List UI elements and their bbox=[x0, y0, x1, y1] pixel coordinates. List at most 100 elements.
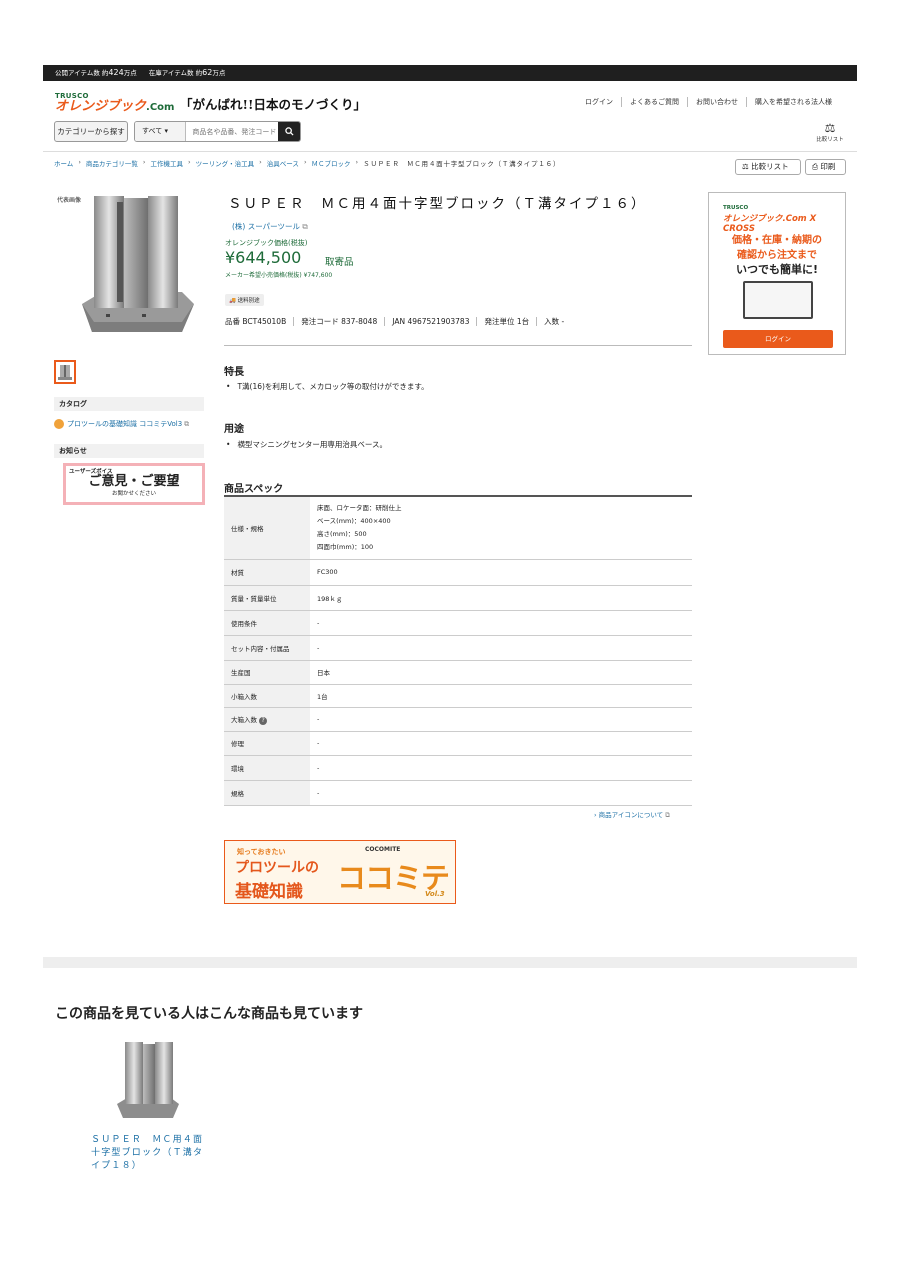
table-row: 生産国 日本 bbox=[224, 660, 692, 685]
spec-key: 質量・質量単位 bbox=[224, 585, 310, 611]
order-unit: 発注単位 1台 bbox=[476, 317, 536, 326]
spec-value: 日本 bbox=[310, 660, 692, 685]
spec-key: 小箱入数 bbox=[224, 684, 310, 708]
breadcrumb-machine-tools[interactable]: 工作機工具 bbox=[151, 158, 184, 168]
compare-icon: ⚖ bbox=[742, 162, 752, 171]
nav-faq[interactable]: よくあるご質問 bbox=[621, 97, 687, 107]
ad-login-button[interactable]: ログイン bbox=[723, 330, 833, 348]
breadcrumb-current: ＳＵＰＥＲ ＭＣ用４面十字型ブロック（Ｔ溝タイプ１６） bbox=[363, 160, 561, 168]
recommend-item-name[interactable]: ＳＵＰＥＲ ＭＣ用４面十字型ブロック（Ｔ溝タイプ１８） bbox=[91, 1134, 211, 1173]
spec-value: - bbox=[310, 635, 692, 661]
spec-key: 規格 bbox=[224, 780, 310, 806]
site-stats-bar: 公開アイテム数 約424万点 在庫アイテム数 約62万点 bbox=[43, 65, 857, 81]
help-icon[interactable]: ? bbox=[259, 716, 268, 725]
part-number: 品番 BCT45010B bbox=[225, 317, 287, 326]
product-title: ＳＵＰＥＲ ＭＣ用４面十字型ブロック（Ｔ溝タイプ１６） bbox=[228, 196, 647, 212]
users-voice-title: ご意見・ご要望 bbox=[88, 474, 180, 489]
spec-value: 床面、ロケータ面：研削仕上 ベース(mm)：400×400 高さ(mm)：500… bbox=[310, 495, 692, 560]
product-icons-link[interactable]: › 商品アイコンについて ⧉ bbox=[594, 809, 670, 820]
table-row: 材質 FC300 bbox=[224, 559, 692, 586]
stock-items-count: 62 bbox=[202, 68, 213, 77]
breadcrumb-tooling[interactable]: ツーリング・治工具 bbox=[196, 158, 255, 168]
recommend-heading: この商品を見ている人はこんな商品も見ています bbox=[55, 1006, 363, 1022]
compare-list-link[interactable]: ⚖ 比較リスト bbox=[810, 121, 850, 143]
scale-icon: ⚖ bbox=[824, 121, 836, 135]
site-logo[interactable]: TRUSCO オレンジブック.Com bbox=[55, 92, 174, 115]
recommend-item-image[interactable] bbox=[115, 1040, 181, 1120]
order-code: 発注コード 837-8048 bbox=[293, 317, 384, 326]
maker-link[interactable]: (株) スーパーツール ⧉ bbox=[232, 221, 308, 232]
cross-ad-banner[interactable]: TRUSCO オレンジブック.Com X CROSS 価格・在庫・納期の 確認か… bbox=[708, 192, 846, 355]
catalog-heading: カタログ bbox=[54, 397, 204, 411]
search-button[interactable] bbox=[278, 122, 300, 141]
category-search-button[interactable]: カテゴリーから探す bbox=[54, 121, 128, 142]
nav-corporate[interactable]: 購入を希望される法人様 bbox=[746, 97, 840, 107]
users-voice-banner[interactable]: ユーザーズボイス ご意見・ご要望 お聞かせください bbox=[63, 463, 205, 505]
breadcrumb-mc-block[interactable]: ＭＣブロック bbox=[312, 158, 351, 168]
add-to-compare-button[interactable]: ⚖ 比較リスト bbox=[735, 159, 801, 175]
banner-line2: 基礎知識 bbox=[235, 882, 303, 902]
table-row: 修理 - bbox=[224, 731, 692, 756]
table-row: 小箱入数 1台 bbox=[224, 684, 692, 708]
table-row: 仕様・規格 床面、ロケータ面：研削仕上 ベース(mm)：400×400 高さ(m… bbox=[224, 495, 692, 560]
public-items-label: 公開アイテム数 約 bbox=[55, 69, 109, 77]
spec-value-line: ベース(mm)：400×400 bbox=[317, 516, 391, 525]
ad-line1: 価格・在庫・納期の bbox=[732, 235, 822, 246]
breadcrumb-home[interactable]: ホーム bbox=[54, 158, 73, 168]
product-image[interactable] bbox=[72, 192, 200, 342]
search-input[interactable] bbox=[186, 122, 279, 141]
table-row: 質量・質量単位 198ｋｇ bbox=[224, 585, 692, 611]
spec-key: 使用条件 bbox=[224, 610, 310, 636]
stock-status: 取寄品 bbox=[325, 257, 354, 268]
banner-vol: Vol.3 bbox=[425, 890, 445, 898]
spec-value: - bbox=[310, 707, 692, 732]
maker-name: (株) スーパーツール bbox=[232, 222, 301, 231]
features-item: T溝(16)を利用して、メカロック等の取付けができます。 bbox=[226, 381, 428, 392]
section-divider bbox=[43, 957, 857, 968]
banner-small-text: 知っておきたい bbox=[237, 848, 286, 856]
spec-key: 仕様・規格 bbox=[224, 495, 310, 560]
spec-key: 修理 bbox=[224, 731, 310, 756]
search-scope-select[interactable]: すべて ▾ bbox=[135, 122, 187, 141]
jan-code: JAN 4967521903783 bbox=[384, 317, 476, 326]
spec-key: 生産国 bbox=[224, 660, 310, 685]
cocomite-banner[interactable]: 知っておきたい プロツールの 基礎知識 COCOMITE ココミテ Vol.3 bbox=[224, 840, 456, 904]
spec-value: - bbox=[310, 780, 692, 806]
spec-heading: 商品スペック bbox=[224, 484, 284, 495]
logo-main: オレンジブック bbox=[55, 99, 147, 114]
notice-heading: お知らせ bbox=[54, 444, 204, 458]
nav-contact[interactable]: お問い合わせ bbox=[687, 97, 746, 107]
catalog-mascot-icon bbox=[54, 419, 64, 429]
external-link-icon: ⧉ bbox=[184, 419, 190, 428]
search-scope-value: すべて bbox=[142, 127, 163, 135]
divider bbox=[224, 345, 692, 346]
spec-key-with-help: 大箱入数 ? bbox=[224, 707, 310, 732]
chevron-down-icon: ▾ bbox=[164, 127, 168, 135]
product-thumbnail[interactable] bbox=[54, 360, 76, 384]
ad-line3: いつでも簡単に! bbox=[735, 263, 819, 276]
breadcrumb-categories[interactable]: 商品カテゴリ一覧 bbox=[86, 158, 138, 168]
nav-login[interactable]: ログイン bbox=[577, 97, 621, 107]
product-codes: 品番 BCT45010B 発注コード 837-8048 JAN 49675219… bbox=[225, 317, 571, 326]
spec-key: セット内容・付属品 bbox=[224, 635, 310, 661]
logo-suffix: .Com bbox=[146, 102, 175, 113]
external-link-icon: ⧉ bbox=[302, 222, 308, 231]
compare-list-label: 比較リスト bbox=[816, 137, 844, 143]
spec-value-line: 床面、ロケータ面：研削仕上 bbox=[317, 503, 402, 512]
spec-value-line: 四面巾(mm)：100 bbox=[317, 542, 374, 551]
print-label: 印刷 bbox=[820, 162, 836, 171]
print-button[interactable]: ⎙ 印刷 bbox=[805, 159, 846, 175]
breadcrumb: ホーム › 商品カテゴリ一覧 › 工作機工具 › ツーリング・治工具 › 治具ベース › … bbox=[54, 158, 561, 168]
stock-items-label: 在庫アイテム数 約 bbox=[148, 69, 203, 77]
spec-value: - bbox=[310, 731, 692, 756]
public-items-count: 424 bbox=[108, 68, 124, 77]
catalog-link[interactable]: プロツールの基礎知識 ココミテVol3 ⧉ bbox=[54, 419, 189, 429]
msrp: メーカー希望小売価格(税抜) ¥747,600 bbox=[225, 272, 333, 279]
external-link-icon: ⧉ bbox=[665, 811, 670, 819]
spec-key: 材質 bbox=[224, 559, 310, 586]
breadcrumb-jig-base[interactable]: 治具ベース bbox=[267, 158, 299, 168]
table-row: 大箱入数 ? - bbox=[224, 707, 692, 732]
monitor-illustration bbox=[743, 281, 813, 319]
product-icons-label: 商品アイコンについて bbox=[598, 811, 664, 819]
table-row: 使用条件 - bbox=[224, 610, 692, 636]
